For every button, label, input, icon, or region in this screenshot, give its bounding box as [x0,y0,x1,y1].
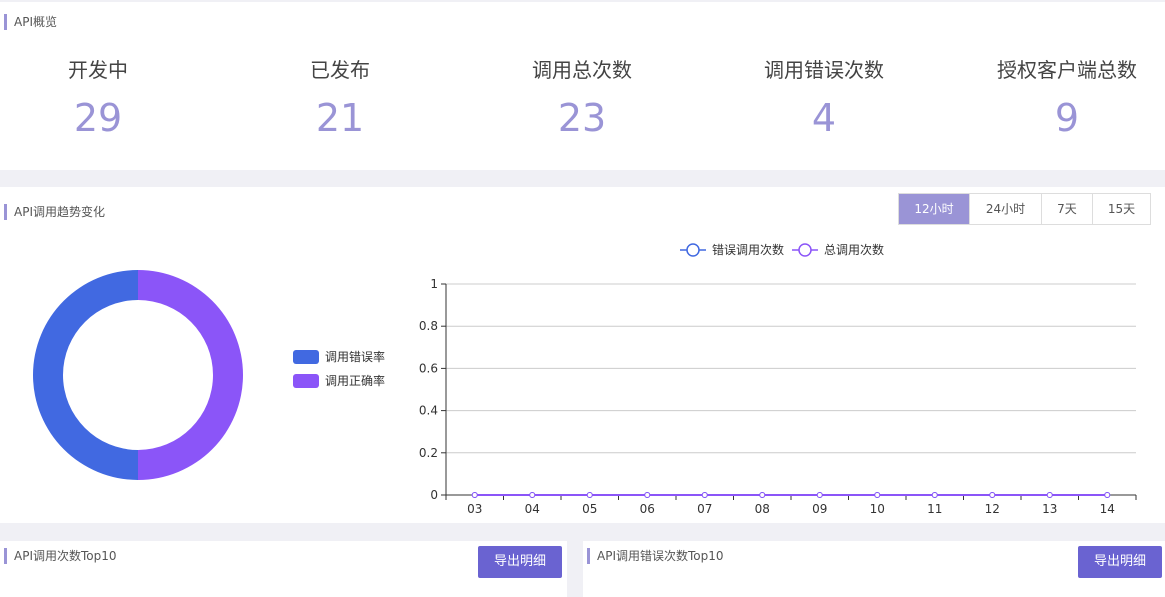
y-tick-label: 0.2 [419,446,438,460]
x-tick-label: 14 [1100,502,1115,516]
x-tick-label: 12 [985,502,1000,516]
legend-marker [686,243,700,257]
stat-label: 授权客户端总数 [997,58,1137,82]
x-tick-label: 13 [1042,502,1057,516]
x-tick-label: 10 [870,502,885,516]
x-tick-label: 06 [640,502,655,516]
series-point [1104,492,1111,498]
line-legend-error-calls[interactable]: 错误调用次数 [680,242,784,257]
line-legend-total-calls[interactable]: 总调用次数 [792,242,884,257]
stat-value: 21 [315,96,365,140]
stat-value: 23 [557,96,607,140]
legend-swatch [293,349,319,364]
donut-slice-success-rate [138,270,243,480]
export-details-button[interactable]: 导出明细 [478,546,562,578]
top10-title: API调用次数Top10 [4,548,117,564]
stat-developing: 开发中 29 [0,54,198,142]
call-trend-line-chart: 0 0.2 0.4 0.6 0.8 1 03 04 05 06 07 08 09 10 11 12 13 14 错误… [419,242,1137,516]
legend-label: 错误调用次数 [712,242,784,257]
overview-title: API概览 [4,14,57,30]
donut-legend-success-rate[interactable]: 调用正确率 [293,372,385,389]
series-point [471,492,478,498]
donut-slice-error-rate [33,270,138,480]
x-tick-label: 05 [582,502,597,516]
x-tick-label: 03 [467,502,482,516]
x-tick-label: 07 [697,502,712,516]
stat-label: 已发布 [310,58,370,82]
x-tick-label: 04 [525,502,540,516]
stat-value: 9 [1054,96,1080,140]
legend-marker [798,243,812,257]
series-point [529,492,536,498]
x-tick-label: 11 [927,502,942,516]
series-point [586,492,593,498]
stat-authorized-clients: 授权客户端总数 9 [967,54,1165,142]
series-point [931,492,938,498]
legend-label: 调用错误率 [325,350,386,364]
series-point [701,492,708,498]
series-point [644,492,651,498]
y-tick-label: 0 [430,488,438,502]
stat-error-calls: 调用错误次数 4 [724,54,924,142]
api-errors-top10-panel: API调用错误次数Top10 导出明细 [583,541,1165,597]
series-point [759,492,766,498]
api-overview-panel: API概览 开发中 29 已发布 21 调用总次数 23 调用错误次数 4 授权… [0,2,1165,170]
stat-label: 调用总次数 [532,58,632,82]
stat-published: 已发布 21 [240,54,440,142]
y-tick-label: 0.6 [419,361,438,375]
y-tick-label: 0.8 [419,319,438,333]
y-tick-label: 1 [430,277,438,291]
legend-label: 总调用次数 [824,242,884,257]
series-point [989,492,996,498]
series-point [816,492,823,498]
api-calls-top10-panel: API调用次数Top10 导出明细 [0,541,567,597]
x-tick-label: 09 [812,502,827,516]
series-point [1046,492,1053,498]
stat-label: 开发中 [68,58,128,82]
legend-label: 调用正确率 [325,374,386,388]
call-rate-donut-chart [33,270,243,480]
x-tick-label: 08 [755,502,770,516]
legend-swatch [293,373,319,388]
y-tick-label: 0.4 [419,404,438,418]
stat-value: 29 [73,96,123,140]
export-error-details-button[interactable]: 导出明细 [1078,546,1162,578]
stat-label: 调用错误次数 [764,58,884,82]
stat-total-calls: 调用总次数 23 [482,54,682,142]
trend-title: API调用趋势变化 [4,204,105,220]
series-point [874,492,881,498]
donut-legend-error-rate[interactable]: 调用错误率 [293,348,385,365]
api-trend-panel: API调用趋势变化 12小时 24小时 7天 15天 调用错误率 调用正确率 0… [0,187,1165,523]
error-top10-title: API调用错误次数Top10 [587,548,724,564]
stat-value: 4 [811,96,837,140]
